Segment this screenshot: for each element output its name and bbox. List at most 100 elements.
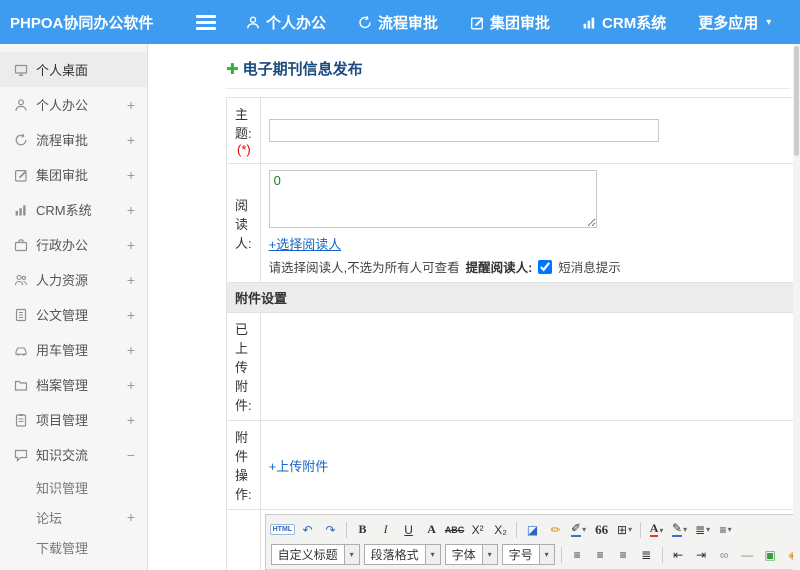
- content-row: 内容:(*) HTML ↶ ↷ B I: [226, 509, 800, 570]
- sidebar-item-admin-office[interactable]: 行政办公 +: [0, 227, 147, 262]
- paragraph-format-dropdown[interactable]: 段落格式 ▾: [363, 544, 441, 565]
- underline-button[interactable]: U: [398, 519, 419, 540]
- sidebar-subitem-knowledge-management[interactable]: 知识管理: [0, 472, 147, 502]
- sidebar: 个人桌面 个人办公 + 流程审批 + 集团审批 + CRM系统 + 行政办公 +…: [0, 44, 148, 570]
- ordered-list-button[interactable]: ≣ ▾: [692, 519, 713, 540]
- chat-icon: [14, 449, 28, 462]
- sidebar-item-personal-office[interactable]: 个人办公 +: [0, 87, 147, 122]
- subscript-button[interactable]: X₂: [490, 519, 511, 540]
- sidebar-subitem-forum[interactable]: 论坛 +: [0, 502, 147, 532]
- undo-button[interactable]: ↶: [297, 519, 318, 540]
- sidebar-item-label: 知识交流: [36, 448, 89, 463]
- nav-label: 集团审批: [490, 14, 551, 32]
- uploaded-attachments-value: [259, 312, 800, 421]
- expand-indicator[interactable]: +: [125, 307, 137, 323]
- superscript-button[interactable]: X²: [467, 519, 488, 540]
- sidebar-item-vehicle-management[interactable]: 用车管理 +: [0, 332, 147, 367]
- nav-label: CRM系统: [602, 14, 667, 32]
- unordered-list-button[interactable]: ≡ ▾: [715, 519, 736, 540]
- highlight-pen-button[interactable]: ✐ ▾: [568, 519, 589, 540]
- bold-button[interactable]: B: [352, 519, 373, 540]
- format-brush-button[interactable]: ✏: [545, 519, 566, 540]
- expand-indicator[interactable]: +: [125, 132, 137, 148]
- font-family-dropdown[interactable]: 字体 ▾: [444, 544, 498, 565]
- chevron-down-icon: ▾: [628, 525, 633, 534]
- font-color-button[interactable]: A ▾: [646, 519, 667, 540]
- font-button[interactable]: A: [421, 519, 442, 540]
- expand-indicator[interactable]: +: [125, 377, 137, 393]
- sidebar-item-label: 档案管理: [36, 378, 89, 393]
- blockquote-button[interactable]: 66: [591, 519, 612, 540]
- nav-more-apps[interactable]: 更多应用 ▾: [698, 12, 771, 33]
- align-left-button[interactable]: ≡: [567, 544, 588, 565]
- chevron-down-icon: ▾: [659, 525, 664, 535]
- align-right-button[interactable]: ≡: [613, 544, 634, 565]
- sidebar-item-group-approval[interactable]: 集团审批 +: [0, 157, 147, 192]
- html-source-button[interactable]: HTML: [269, 519, 296, 540]
- vertical-scrollbar[interactable]: [793, 44, 800, 570]
- nav-workflow-approval[interactable]: 流程审批: [358, 12, 438, 33]
- app-window: PHPOA协同办公软件 个人办公 流程审批 集团审批 CRM系统 更多应用 ▾: [0, 0, 800, 570]
- horizontal-rule-button[interactable]: —: [737, 544, 758, 565]
- subject-input[interactable]: [268, 119, 659, 142]
- sidebar-item-archive-management[interactable]: 档案管理 +: [0, 367, 147, 402]
- table-button[interactable]: ⊞ ▾: [614, 519, 635, 540]
- subject-label: 主题:: [235, 107, 252, 141]
- app-logo[interactable]: PHPOA协同办公软件: [0, 12, 196, 33]
- sidebar-item-desktop[interactable]: 个人桌面: [0, 52, 147, 87]
- chevron-down-icon: ▾: [706, 525, 711, 534]
- readers-row: 阅读人: 0 +选择阅读人 请选择阅读人,不选为所有人可查看 提醒阅读人: 短消…: [226, 163, 800, 283]
- italic-button[interactable]: I: [375, 519, 396, 540]
- expand-indicator[interactable]: +: [125, 97, 137, 113]
- expand-indicator[interactable]: +: [125, 412, 137, 428]
- folder-icon: [14, 380, 28, 391]
- scrollbar-thumb[interactable]: [794, 46, 799, 156]
- sidebar-item-workflow-approval[interactable]: 流程审批 +: [0, 122, 147, 157]
- outdent-button[interactable]: ⇤: [668, 544, 689, 565]
- align-justify-button[interactable]: ≣: [636, 544, 657, 565]
- uploaded-attachments-label: 已上传附件:: [226, 312, 261, 421]
- desktop-icon: [14, 64, 28, 76]
- expand-indicator[interactable]: +: [125, 202, 137, 218]
- select-readers-link[interactable]: +选择阅读人: [269, 234, 342, 253]
- process-icon: [359, 15, 371, 28]
- sidebar-item-crm-system[interactable]: CRM系统 +: [0, 192, 147, 227]
- custom-heading-dropdown[interactable]: 自定义标题 ▾: [270, 544, 360, 565]
- expand-indicator[interactable]: +: [125, 237, 137, 253]
- expand-indicator[interactable]: +: [125, 272, 137, 288]
- toolbar-separator: [640, 521, 642, 538]
- expand-indicator[interactable]: +: [125, 342, 137, 358]
- indent-button[interactable]: ⇥: [691, 544, 712, 565]
- nav-personal-office[interactable]: 个人办公: [246, 12, 326, 33]
- remove-format-button[interactable]: ◪: [522, 519, 543, 540]
- sidebar-item-human-resources[interactable]: 人力资源 +: [0, 262, 147, 297]
- readers-label-cell: 阅读人:: [226, 163, 261, 283]
- expand-indicator[interactable]: +: [125, 167, 137, 183]
- font-size-dropdown[interactable]: 字号 ▾: [501, 544, 555, 565]
- strikethrough-button[interactable]: ABC: [444, 519, 465, 540]
- align-center-button[interactable]: ≡: [590, 544, 611, 565]
- required-mark: (*): [237, 142, 251, 157]
- readers-textarea[interactable]: 0: [268, 170, 597, 228]
- redo-button[interactable]: ↷: [320, 519, 341, 540]
- user-icon: [15, 98, 27, 111]
- nav-crm-system[interactable]: CRM系统: [582, 12, 666, 33]
- image-button[interactable]: ▣: [760, 544, 781, 565]
- upload-attachment-link[interactable]: +上传附件: [269, 456, 329, 475]
- sidebar-subitem-download-management[interactable]: 下载管理: [0, 532, 147, 562]
- menu-toggle-icon[interactable]: [196, 14, 216, 30]
- top-nav: 个人办公 流程审批 集团审批 CRM系统 更多应用 ▾: [246, 12, 771, 33]
- sidebar-item-knowledge-exchange[interactable]: 知识交流 −: [0, 437, 147, 472]
- line-color-button[interactable]: ✎ ▾: [669, 519, 690, 540]
- chevron-down-icon: ▾: [766, 16, 772, 28]
- nav-group-approval[interactable]: 集团审批: [470, 12, 550, 33]
- sms-remind-checkbox[interactable]: [538, 259, 553, 274]
- sidebar-subitem-public-file-cabinet[interactable]: 公共文件柜: [0, 562, 147, 570]
- collapse-indicator[interactable]: −: [125, 447, 137, 463]
- attachment-section-row: 附件设置: [226, 282, 800, 313]
- sidebar-item-project-management[interactable]: 项目管理 +: [0, 402, 147, 437]
- link-button[interactable]: ∞: [714, 544, 735, 565]
- expand-indicator[interactable]: +: [125, 509, 137, 525]
- sidebar-item-document-management[interactable]: 公文管理 +: [0, 297, 147, 332]
- rich-text-editor: HTML ↶ ↷ B I U A ABC X² X₂ ◪ ✏ ✐ ▾ 66 ⊞ …: [264, 514, 800, 570]
